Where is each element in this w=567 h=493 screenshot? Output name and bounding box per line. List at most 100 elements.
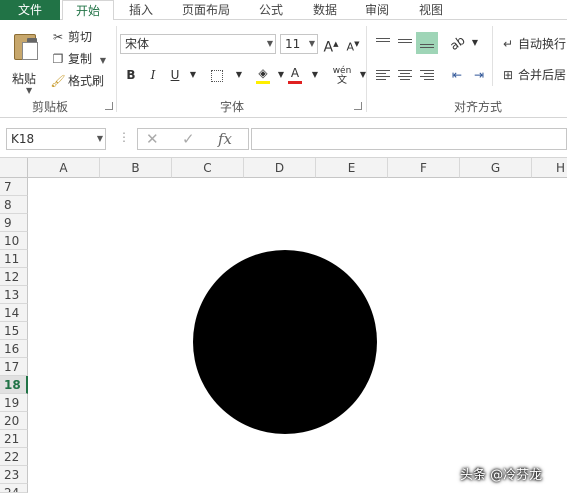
column-header[interactable]: D xyxy=(244,158,316,178)
wrap-text-label: 自动换行 xyxy=(518,37,567,51)
ribbon-home: 粘贴 ▼ ✂ 剪切 ❐ 复制 ▼ 🖌 格式刷 剪贴板 宋体 ▼ 11 ▼ A▲ A▼ xyxy=(0,20,567,118)
paint-bucket-icon: ◈ xyxy=(258,66,268,80)
group-divider xyxy=(116,26,117,112)
insert-function-icon[interactable]: fx xyxy=(218,130,232,148)
formula-buttons: ✕ ✓ fx xyxy=(137,128,249,150)
row-header-selected[interactable]: 18 xyxy=(0,376,28,394)
copy-dropdown-icon[interactable]: ▼ xyxy=(100,56,106,65)
row-header[interactable]: 12 xyxy=(0,268,28,286)
orientation-icon: ab xyxy=(446,32,468,54)
row-header[interactable]: 9 xyxy=(0,214,28,232)
tab-formulas[interactable]: 公式 xyxy=(246,0,296,20)
row-header[interactable]: 23 xyxy=(0,466,28,484)
row-header[interactable]: 24 xyxy=(0,484,28,493)
cut-label: 剪切 xyxy=(68,30,93,44)
border-icon xyxy=(211,69,223,82)
align-middle-button[interactable] xyxy=(396,32,414,50)
tab-view[interactable]: 视图 xyxy=(406,0,456,20)
font-launcher-icon[interactable] xyxy=(354,102,362,110)
italic-button[interactable]: I xyxy=(144,66,162,84)
row-header[interactable]: 10 xyxy=(0,232,28,250)
increase-indent-icon: ⇥ xyxy=(473,68,485,82)
underline-button[interactable]: U xyxy=(166,66,184,84)
chevron-down-icon: ▼ xyxy=(96,134,103,143)
fill-color-button[interactable]: ◈ xyxy=(254,66,272,84)
cut-button[interactable]: ✂ 剪切 xyxy=(50,28,92,46)
align-left-button[interactable] xyxy=(374,66,392,84)
font-color-icon: A xyxy=(290,66,300,80)
formula-bar: K18 ▼ ⋮ ✕ ✓ fx xyxy=(0,118,567,158)
row-header[interactable]: 22 xyxy=(0,448,28,466)
column-header[interactable]: B xyxy=(100,158,172,178)
column-header[interactable]: E xyxy=(316,158,388,178)
decrease-indent-button[interactable]: ⇤ xyxy=(448,66,466,84)
row-header[interactable]: 20 xyxy=(0,412,28,430)
row-header[interactable]: 8 xyxy=(0,196,28,214)
copy-label: 复制 xyxy=(68,52,93,66)
enter-icon[interactable]: ✓ xyxy=(182,130,195,148)
paste-dropdown-icon[interactable]: ▼ xyxy=(26,86,32,95)
merge-cells-icon: ⊞ xyxy=(502,68,514,82)
increase-indent-button[interactable]: ⇥ xyxy=(470,66,488,84)
wrap-text-button[interactable]: ↵ 自动换行 xyxy=(500,35,566,53)
underline-dropdown-icon[interactable]: ▼ xyxy=(184,66,202,84)
row-header[interactable]: 14 xyxy=(0,304,28,322)
name-box[interactable]: K18 ▼ xyxy=(6,128,106,150)
align-center-button[interactable] xyxy=(396,66,414,84)
font-color-button[interactable]: A xyxy=(286,66,304,84)
phonetic-button[interactable]: wén 文 xyxy=(330,66,354,86)
tab-page-layout[interactable]: 页面布局 xyxy=(172,0,240,20)
grow-font-icon: A xyxy=(323,39,334,56)
ribbon-tab-bar: 文件 开始 插入 页面布局 公式 数据 审阅 视图 xyxy=(0,0,567,21)
align-bottom-button[interactable] xyxy=(416,32,438,54)
grow-font-button[interactable]: A▲ xyxy=(322,35,340,56)
black-circle-shape[interactable] xyxy=(193,250,377,434)
font-name-value: 宋体 xyxy=(125,37,150,51)
cancel-icon[interactable]: ✕ xyxy=(146,130,159,148)
align-right-button[interactable] xyxy=(418,66,436,84)
row-header[interactable]: 7 xyxy=(0,178,28,196)
name-box-value: K18 xyxy=(11,132,35,146)
copy-button[interactable]: ❐ 复制 ▼ xyxy=(50,50,106,68)
row-header[interactable]: 16 xyxy=(0,340,28,358)
column-header[interactable]: G xyxy=(460,158,532,178)
formula-input[interactable] xyxy=(251,128,567,150)
shrink-font-button[interactable]: A▼ xyxy=(344,35,362,54)
tab-insert[interactable]: 插入 xyxy=(116,0,166,20)
bold-button[interactable]: B xyxy=(122,66,140,84)
wrap-text-icon: ↵ xyxy=(502,37,514,51)
tab-file[interactable]: 文件 xyxy=(0,0,60,20)
row-header[interactable]: 19 xyxy=(0,394,28,412)
column-header[interactable]: F xyxy=(388,158,460,178)
tab-review[interactable]: 审阅 xyxy=(352,0,402,20)
column-header[interactable]: A xyxy=(28,158,100,178)
row-header[interactable]: 21 xyxy=(0,430,28,448)
phonetic-dropdown-icon[interactable]: ▼ xyxy=(354,66,372,84)
row-header[interactable]: 15 xyxy=(0,322,28,340)
clipboard-launcher-icon[interactable] xyxy=(105,102,113,110)
row-header[interactable]: 13 xyxy=(0,286,28,304)
excel-window: 文件 开始 插入 页面布局 公式 数据 审阅 视图 粘贴 ▼ ✂ 剪切 ❐ 复制 ▼… xyxy=(0,0,567,493)
font-size-select[interactable]: 11 ▼ xyxy=(280,34,318,54)
merge-center-button[interactable]: ⊞ 合并后居 xyxy=(500,66,566,84)
font-color-dropdown-icon[interactable]: ▼ xyxy=(306,66,324,84)
alignment-group-label: 对齐方式 xyxy=(454,100,503,114)
row-header[interactable]: 11 xyxy=(0,250,28,268)
tab-data[interactable]: 数据 xyxy=(300,0,350,20)
merge-center-label: 合并后居 xyxy=(518,68,567,82)
scissors-icon: ✂ xyxy=(52,30,64,44)
border-dropdown-icon[interactable]: ▼ xyxy=(230,66,248,84)
border-button[interactable] xyxy=(208,66,226,84)
select-all-corner[interactable] xyxy=(0,158,28,178)
orientation-dropdown-icon[interactable]: ▼ xyxy=(466,34,484,52)
row-header[interactable]: 17 xyxy=(0,358,28,376)
column-header[interactable]: C xyxy=(172,158,244,178)
tab-home[interactable]: 开始 xyxy=(62,0,114,21)
format-painter-button[interactable]: 🖌 格式刷 xyxy=(50,72,104,90)
orientation-button[interactable]: ab xyxy=(446,32,468,54)
copy-icon: ❐ xyxy=(52,52,64,66)
align-top-button[interactable] xyxy=(374,32,392,50)
paste-button[interactable]: 粘贴 ▼ xyxy=(8,28,44,95)
font-name-select[interactable]: 宋体 ▼ xyxy=(120,34,276,54)
column-header[interactable]: H xyxy=(532,158,567,178)
